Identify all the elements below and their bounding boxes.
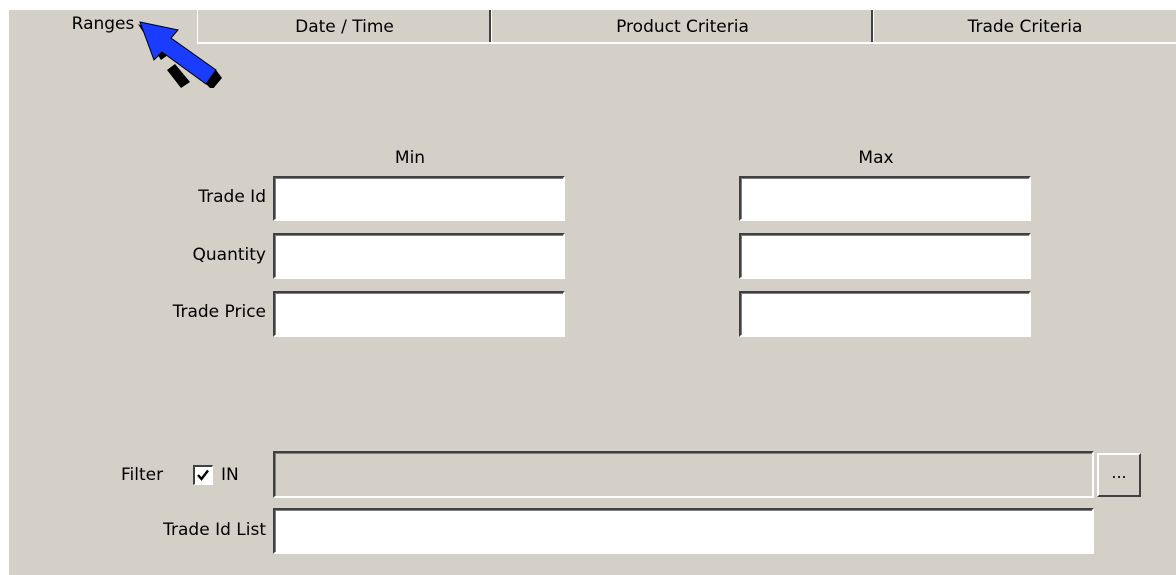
quantity-min-input[interactable] [273,233,565,279]
filter-in-label: IN [221,465,239,485]
filter-label: Filter [121,465,164,485]
quantity-label: Quantity [192,245,266,265]
checkmark-icon [197,469,209,481]
tab-trade-criteria[interactable]: Trade Criteria [873,10,1176,44]
trade-price-max-input[interactable] [739,291,1031,337]
trade-id-max-input[interactable] [739,176,1031,221]
trade-id-label: Trade Id [198,187,266,207]
filter-browse-button[interactable]: ... [1097,453,1141,497]
filter-input[interactable] [273,451,1094,498]
pointer-arrow-icon [138,21,222,88]
tab-product-criteria[interactable]: Product Criteria [491,10,873,44]
filter-in-checkbox[interactable] [193,465,213,485]
trade-id-min-input[interactable] [273,176,565,221]
tab-label: Ranges [71,14,135,34]
trade-price-label: Trade Price [172,302,266,322]
trade-id-list-input[interactable] [273,508,1094,554]
trade-id-list-label: Trade Id List [163,520,266,540]
tab-label: Trade Criteria [967,17,1083,37]
quantity-max-input[interactable] [739,233,1031,279]
trade-price-min-input[interactable] [273,291,565,337]
max-column-header: Max [858,148,894,168]
tab-label: Product Criteria [616,17,749,37]
tab-label: Date / Time [295,17,394,37]
min-column-header: Min [394,148,426,168]
tab-date-time[interactable]: Date / Time [197,10,491,44]
